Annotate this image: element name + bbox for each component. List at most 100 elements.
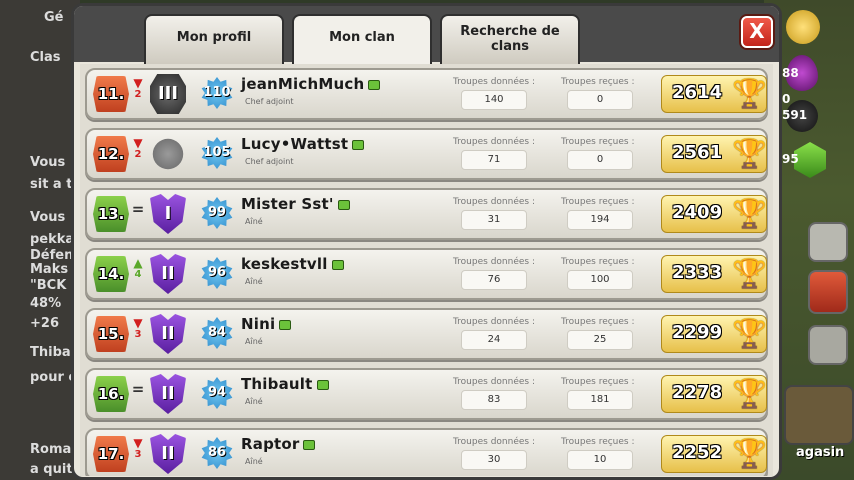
troops-received-value: 0 [567, 150, 633, 170]
member-row[interactable]: 17. ▼ 3 II 86 Raptor Aîné Troupes données… [85, 428, 768, 476]
member-row[interactable]: 16. = II 94 Thibault Aîné Troupes donnée… [85, 368, 768, 420]
member-row[interactable]: 14. ▲ 4 II 96 keskestvll Aîné Troupes don… [85, 248, 768, 300]
troops-donated-label: Troupes données : [453, 437, 535, 447]
chat-fragment: Thiba [30, 345, 71, 360]
clan-chat-avatar[interactable] [808, 270, 848, 314]
troops-donated-value: 140 [461, 90, 527, 110]
member-row[interactable]: 12. ▼ 2 105 Lucy•Wattst Chef adjoint Trou… [85, 128, 768, 180]
trophy-count: 2409 [672, 202, 723, 223]
tab-mon-profil[interactable]: Mon profil [144, 14, 284, 64]
arrow-down-icon: ▼ [133, 436, 143, 450]
trophy-count-box: 2333 🏆 [661, 255, 767, 293]
trophy-icon: 🏆 [732, 317, 767, 350]
trophy-icon: 🏆 [732, 437, 767, 470]
trophy-count-box: 2252 🏆 [661, 435, 767, 473]
chat-fragment: Clas [30, 50, 61, 65]
member-rank: 15. [93, 316, 129, 352]
member-role: Aîné [245, 277, 263, 286]
trophy-count-box: 2278 🏆 [661, 375, 767, 413]
member-row[interactable]: 15. ▼ 3 II 84 Nini Aîné Troupes données :… [85, 308, 768, 360]
trophy-icon: 🏆 [732, 77, 767, 110]
rank-change-amount: 3 [134, 329, 142, 340]
experience-level-star: 99 [201, 197, 233, 229]
troops-donated-value: 71 [461, 150, 527, 170]
troops-received-label: Troupes reçues : [561, 437, 635, 447]
rank-change-amount: 3 [134, 449, 142, 460]
rank-change-amount: 4 [134, 269, 142, 280]
member-list[interactable]: 11. ▼ 2 III 110 jeanMichMuch Chef adjoint… [80, 64, 773, 476]
trophy-count-box: 2614 🏆 [661, 75, 767, 113]
resource-amount: 95 [782, 152, 799, 166]
trophy-icon: 🏆 [732, 197, 767, 230]
member-name-text: keskestvll [241, 255, 328, 273]
trophy-count-box: 2409 🏆 [661, 195, 767, 233]
trophy-count: 2252 [672, 442, 723, 463]
online-status-icon [331, 259, 344, 270]
member-role: Aîné [245, 457, 263, 466]
troops-donated-label: Troupes données : [453, 317, 535, 327]
league-badge-icon: II [150, 374, 186, 414]
rank-unchanged-indicator: = [131, 380, 145, 398]
online-status-icon [316, 379, 329, 390]
member-role: Aîné [245, 337, 263, 346]
tab-recherche-de-clans[interactable]: Recherche de clans [440, 14, 580, 64]
troops-received-label: Troupes reçues : [561, 197, 635, 207]
arrow-down-icon: ▼ [133, 136, 143, 150]
chat-fragment: pour c [30, 370, 77, 385]
experience-level-star: 94 [201, 377, 233, 409]
trophy-icon: 🏆 [732, 377, 767, 410]
member-name-text: Nini [241, 315, 276, 333]
arrow-down-icon: ▼ [133, 76, 143, 90]
member-row[interactable]: 13. = I 99 Mister Sst' Aîné Troupes donn… [85, 188, 768, 240]
close-button[interactable]: X [741, 16, 773, 48]
chat-fragment: Roma [30, 442, 72, 457]
troops-donated-label: Troupes données : [453, 257, 535, 267]
member-rank: 14. [93, 256, 129, 292]
tab-mon-clan[interactable]: Mon clan [292, 14, 432, 66]
member-name-text: Thibault [241, 375, 313, 393]
troops-donated-value: 76 [461, 270, 527, 290]
troops-received-value: 181 [567, 390, 633, 410]
troops-donated-value: 83 [461, 390, 527, 410]
rank-change-amount: 2 [134, 89, 142, 100]
experience-level-star: 96 [201, 257, 233, 289]
member-name: Nini [241, 315, 292, 333]
shop-label: agasin [796, 445, 845, 460]
member-rank: 16. [93, 376, 129, 412]
member-name-text: Lucy•Wattst [241, 135, 349, 153]
troops-donated-label: Troupes données : [453, 137, 535, 147]
member-name: Mister Sst' [241, 195, 350, 213]
chat-fragment: Défen [30, 248, 74, 263]
shop-button[interactable]: agasin [784, 385, 854, 460]
member-name: Thibault [241, 375, 329, 393]
member-name-text: Mister Sst' [241, 195, 334, 213]
troops-received-value: 100 [567, 270, 633, 290]
member-name-text: jeanMichMuch [241, 75, 365, 93]
troops-received-label: Troupes reçues : [561, 377, 635, 387]
trophy-count-box: 2561 🏆 [661, 135, 767, 173]
tab-bar: Mon profil Mon clan Recherche de clans X [74, 6, 779, 66]
league-badge-icon: I [150, 194, 186, 234]
online-status-icon [368, 79, 381, 90]
settings-gear-icon[interactable] [808, 325, 848, 365]
troops-received-value: 0 [567, 90, 633, 110]
share-button[interactable] [808, 222, 848, 262]
member-row[interactable]: 11. ▼ 2 III 110 jeanMichMuch Chef adjoint… [85, 68, 768, 120]
member-rank: 11. [93, 76, 129, 112]
resource-amount: 591 [782, 108, 808, 122]
resource-amount: 88 [782, 66, 799, 80]
chat-fragment: +26 [30, 316, 59, 331]
resource-amount: 0 [782, 92, 791, 106]
trophy-count: 2561 [672, 142, 723, 163]
experience-level-star: 105 [201, 137, 233, 169]
troops-received-label: Troupes reçues : [561, 137, 635, 147]
league-badge-icon: II [150, 434, 186, 474]
online-status-icon [352, 139, 365, 150]
troops-received-label: Troupes reçues : [561, 257, 635, 267]
experience-level-star: 110 [201, 77, 233, 109]
member-rank: 13. [93, 196, 129, 232]
experience-level-star: 84 [201, 317, 233, 349]
chat-fragment: Maks [30, 262, 69, 277]
member-role: Aîné [245, 397, 263, 406]
trophy-icon: 🏆 [732, 257, 767, 290]
